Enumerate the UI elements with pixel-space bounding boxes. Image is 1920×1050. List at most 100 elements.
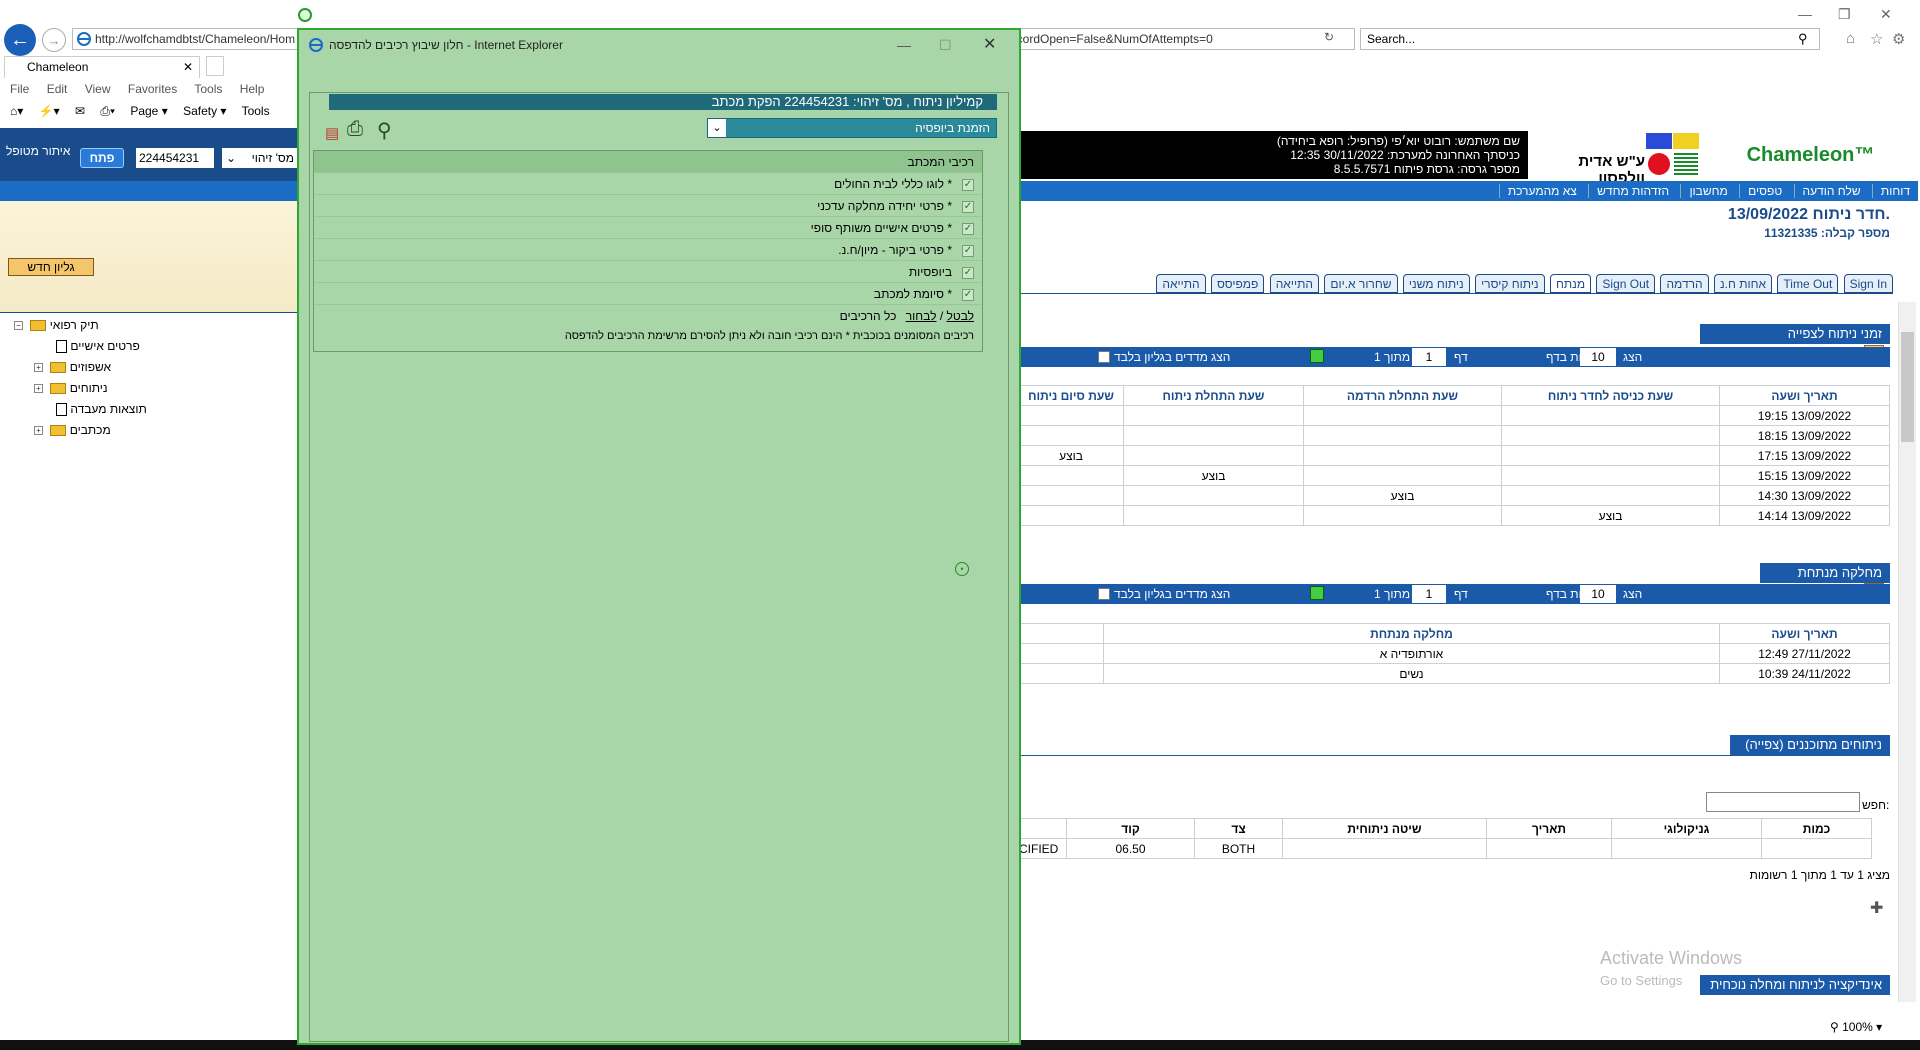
- safety-menu[interactable]: Safety ▾: [183, 104, 226, 118]
- menu-help[interactable]: Help: [240, 82, 265, 96]
- new-page-button[interactable]: גליון חדש: [8, 258, 94, 276]
- list-item[interactable]: ✓ * פרטי ביקור - מיון/ח.נ.: [314, 239, 982, 261]
- page-input[interactable]: 1: [1412, 585, 1446, 603]
- tree-root[interactable]: − תיק רפואי: [14, 318, 99, 332]
- table-row[interactable]: 13/09/2022 19:15: [1018, 405, 1890, 426]
- menu-view[interactable]: View: [85, 82, 111, 96]
- search-input[interactable]: Search...: [1360, 28, 1820, 50]
- nav-send-message[interactable]: שלח הודעה: [1793, 184, 1869, 198]
- nav-reauth[interactable]: הזדהות מחדש: [1588, 184, 1678, 198]
- mail-icon[interactable]: ✉: [75, 104, 85, 118]
- col-header[interactable]: כמות: [1761, 818, 1872, 839]
- cancel-link[interactable]: לבטל: [947, 309, 975, 323]
- filter-checkbox[interactable]: [1098, 588, 1110, 600]
- tree-item-surgeries[interactable]: + ניתוחים: [34, 381, 108, 395]
- table-row[interactable]: 13/09/2022 14:30 בוצע: [1018, 485, 1890, 506]
- tab-day-discharge[interactable]: שחרור א.יום: [1324, 274, 1398, 293]
- tab-recovery[interactable]: התייאה: [1269, 274, 1319, 293]
- forward-button[interactable]: →: [42, 28, 66, 52]
- list-item[interactable]: ✓ * פרטים אישיים משותף סופי: [314, 217, 982, 239]
- col-header[interactable]: שיטה ניתוחית: [1282, 818, 1487, 839]
- tab-sign-out[interactable]: Sign Out: [1596, 274, 1656, 293]
- col-header[interactable]: גניקולוגי: [1611, 818, 1762, 839]
- table-search-input[interactable]: [1706, 792, 1860, 812]
- list-item[interactable]: ✓ ביופסיות: [314, 261, 982, 283]
- page-input[interactable]: 1: [1412, 348, 1446, 366]
- letter-type-select[interactable]: הזמנת ביופסיה ⌄: [707, 118, 997, 138]
- dialog-close-icon[interactable]: ✕: [983, 30, 996, 60]
- tab-secondary[interactable]: ניתוח משני: [1402, 274, 1470, 293]
- list-item[interactable]: ✓ * פרטי יחידה מחלקה עדכני: [314, 195, 982, 217]
- rows-input[interactable]: 10: [1580, 348, 1616, 366]
- rows-input[interactable]: 10: [1580, 585, 1616, 603]
- feeds-icon[interactable]: ⚡▾: [39, 104, 60, 118]
- checkbox[interactable]: ✓: [962, 178, 974, 191]
- print-icon[interactable]: ⎙▾: [100, 104, 115, 118]
- col-header[interactable]: מחלקה מנתחת: [1103, 623, 1720, 644]
- printer-icon[interactable]: ⎙: [347, 118, 363, 141]
- checkbox[interactable]: ✓: [962, 288, 974, 301]
- refresh-green-icon[interactable]: [1310, 586, 1324, 600]
- tab-time-out[interactable]: Time Out: [1777, 274, 1839, 293]
- expand-icon[interactable]: +: [34, 384, 43, 394]
- favorites-icon[interactable]: ☆: [1870, 30, 1883, 48]
- add-icon[interactable]: ✚: [1870, 898, 1883, 918]
- nav-logout[interactable]: צא מהמערכת: [1498, 184, 1585, 198]
- table-row[interactable]: 27/11/2022 12:49 אורתופדיה א: [1018, 643, 1890, 664]
- search-icon[interactable]: ⚲: [1798, 31, 1808, 47]
- col-header[interactable]: תאריך ושעה: [1719, 623, 1890, 644]
- page-scrollbar[interactable]: [1898, 302, 1916, 1002]
- choose-link[interactable]: לבחור: [906, 309, 937, 323]
- checkbox[interactable]: ✓: [962, 244, 974, 257]
- tab-surgeon[interactable]: מנתח: [1549, 274, 1592, 293]
- checkbox[interactable]: ✓: [962, 266, 974, 279]
- expand-icon[interactable]: +: [34, 363, 43, 373]
- restore-icon[interactable]: ❐: [1838, 6, 1851, 23]
- back-button[interactable]: ←: [4, 24, 36, 56]
- nav-reports[interactable]: דוחות: [1871, 184, 1918, 198]
- expand-icon[interactable]: +: [34, 426, 43, 436]
- refresh-icon[interactable]: ↻: [1324, 30, 1334, 44]
- table-row[interactable]: 13/09/2022 18:15: [1018, 425, 1890, 446]
- nav-forms[interactable]: טפסים: [1739, 184, 1791, 198]
- open-button[interactable]: פתח: [80, 148, 124, 168]
- tab-pampis[interactable]: פמפיסס: [1210, 274, 1265, 293]
- checkbox[interactable]: ✓: [962, 222, 974, 235]
- scroll-thumb[interactable]: [1901, 332, 1914, 442]
- settings-gear-icon[interactable]: ⚙: [1892, 30, 1905, 48]
- table-row[interactable]: 13/09/2022 14:14 בוצע: [1018, 505, 1890, 526]
- dialog-minimize-icon[interactable]: —: [897, 30, 911, 60]
- list-item[interactable]: ✓ * סיומת למכתב: [314, 283, 982, 305]
- dialog-maximize-icon[interactable]: ☐: [939, 30, 952, 60]
- tree-item-admissions[interactable]: + אשפוזים: [34, 360, 111, 374]
- tab-close-icon[interactable]: ✕: [183, 57, 193, 77]
- refresh-green-icon[interactable]: [1310, 349, 1324, 363]
- tools-menu[interactable]: Tools: [242, 104, 270, 118]
- tree-item-lab[interactable]: תוצאות מעבדה: [52, 402, 147, 417]
- filter-checkbox[interactable]: [1098, 351, 1110, 363]
- list-item[interactable]: ✓ * לוגו כללי לבית החולים: [314, 173, 982, 195]
- tree-item-letters[interactable]: + מכתבים: [34, 423, 111, 437]
- col-header[interactable]: שעת התחלת ניתוח: [1123, 385, 1304, 406]
- id-type-select[interactable]: מס' זיהוי ⌄: [222, 148, 298, 168]
- id-input[interactable]: 224454231: [136, 148, 214, 168]
- menu-file[interactable]: File: [10, 82, 29, 96]
- tab-cesarean[interactable]: ניתוח קיסרי: [1475, 274, 1545, 293]
- table-row[interactable]: 24/11/2022 10:39 נשים: [1018, 663, 1890, 684]
- tab-recovery-2[interactable]: התייאה: [1156, 274, 1206, 293]
- pdf-icon[interactable]: ▤: [325, 124, 339, 142]
- new-tab-button[interactable]: [206, 56, 224, 76]
- tree-item-personal[interactable]: פרטים אישיים: [52, 339, 140, 354]
- table-row[interactable]: BOTH 06.50 CIFIED: [1018, 838, 1872, 859]
- col-header[interactable]: שעת התחלת הרדמה: [1303, 385, 1502, 406]
- dialog-titlebar[interactable]: חלון שיבוץ רכיבים להדפסה - Internet Expl…: [299, 30, 1019, 60]
- close-window-icon[interactable]: ✕: [1880, 6, 1892, 23]
- menu-favorites[interactable]: Favorites: [128, 82, 177, 96]
- collapse-icon[interactable]: −: [14, 321, 23, 331]
- col-header[interactable]: שעת כניסה לחדר ניתוח: [1501, 385, 1720, 406]
- col-header[interactable]: צד: [1194, 818, 1283, 839]
- table-row[interactable]: 13/09/2022 17:15 בוצע: [1018, 445, 1890, 466]
- tab-nurse[interactable]: אחות ח.נ: [1713, 274, 1773, 293]
- nav-calculator[interactable]: מחשבון: [1680, 184, 1736, 198]
- tab-sign-in[interactable]: Sign In: [1843, 274, 1893, 293]
